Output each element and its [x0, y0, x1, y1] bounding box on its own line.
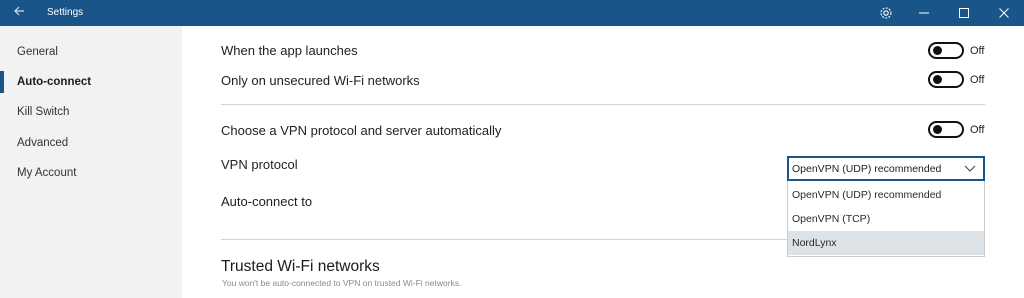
- auto-protocol-state: Off: [970, 124, 985, 136]
- maximize-icon[interactable]: [944, 0, 984, 26]
- sidebar-item-label: General: [17, 46, 58, 58]
- sidebar-item-auto-connect[interactable]: Auto-connect: [0, 68, 182, 96]
- main-panel: When the app launches Off Only on unsecu…: [182, 26, 1024, 298]
- auto-protocol-label: Choose a VPN protocol and server automat…: [221, 123, 502, 138]
- dropdown-option-label: OpenVPN (TCP): [792, 213, 871, 225]
- unsecured-wifi-state: Off: [970, 74, 985, 86]
- sidebar-item-general[interactable]: General: [0, 38, 182, 66]
- active-indicator: [0, 71, 4, 93]
- trusted-wifi-title: Trusted Wi-Fi networks: [221, 258, 380, 275]
- sidebar-item-my-account[interactable]: My Account: [0, 159, 182, 187]
- sidebar-item-kill-switch[interactable]: Kill Switch: [0, 98, 182, 126]
- trusted-wifi-subtitle: You won't be auto-connected to VPN on tr…: [222, 278, 462, 288]
- divider: [221, 104, 985, 105]
- app-launch-label: When the app launches: [221, 43, 358, 58]
- dropdown-option-openvpn-udp[interactable]: OpenVPN (UDP) recommended: [788, 183, 984, 207]
- vpn-protocol-dropdown: OpenVPN (UDP) recommended OpenVPN (TCP) …: [787, 181, 985, 257]
- sidebar-item-label: Advanced: [17, 137, 69, 149]
- sidebar: General Auto-connect Kill Switch Advance…: [0, 26, 182, 298]
- toggle-knob: [933, 125, 942, 134]
- sidebar-item-label: My Account: [17, 167, 77, 179]
- unsecured-wifi-toggle[interactable]: [928, 71, 964, 88]
- window-title: Settings: [47, 7, 84, 18]
- sidebar-item-label: Kill Switch: [17, 106, 70, 118]
- title-bar: Settings: [0, 0, 1024, 26]
- chevron-down-icon: [963, 161, 977, 175]
- vpn-protocol-selected: OpenVPN (UDP) recommended: [792, 163, 942, 175]
- app-launch-toggle[interactable]: [928, 42, 964, 59]
- close-icon[interactable]: [984, 0, 1024, 26]
- back-arrow-icon[interactable]: [10, 4, 28, 22]
- dropdown-option-label: NordLynx: [792, 237, 837, 249]
- app-launch-state: Off: [970, 45, 985, 57]
- unsecured-wifi-label: Only on unsecured Wi-Fi networks: [221, 73, 420, 88]
- gear-icon[interactable]: [866, 0, 906, 26]
- dropdown-option-label: OpenVPN (UDP) recommended: [792, 189, 942, 201]
- toggle-knob: [933, 46, 942, 55]
- toggle-knob: [933, 75, 942, 84]
- vpn-protocol-label: VPN protocol: [221, 157, 298, 172]
- minimize-icon[interactable]: [904, 0, 944, 26]
- auto-connect-to-label: Auto-connect to: [221, 194, 313, 209]
- auto-protocol-toggle[interactable]: [928, 121, 964, 138]
- dropdown-option-openvpn-tcp[interactable]: OpenVPN (TCP): [788, 207, 984, 231]
- sidebar-item-advanced[interactable]: Advanced: [0, 129, 182, 157]
- sidebar-item-label: Auto-connect: [17, 76, 92, 88]
- dropdown-option-nordlynx[interactable]: NordLynx: [788, 231, 984, 255]
- vpn-protocol-select[interactable]: OpenVPN (UDP) recommended: [787, 156, 985, 181]
